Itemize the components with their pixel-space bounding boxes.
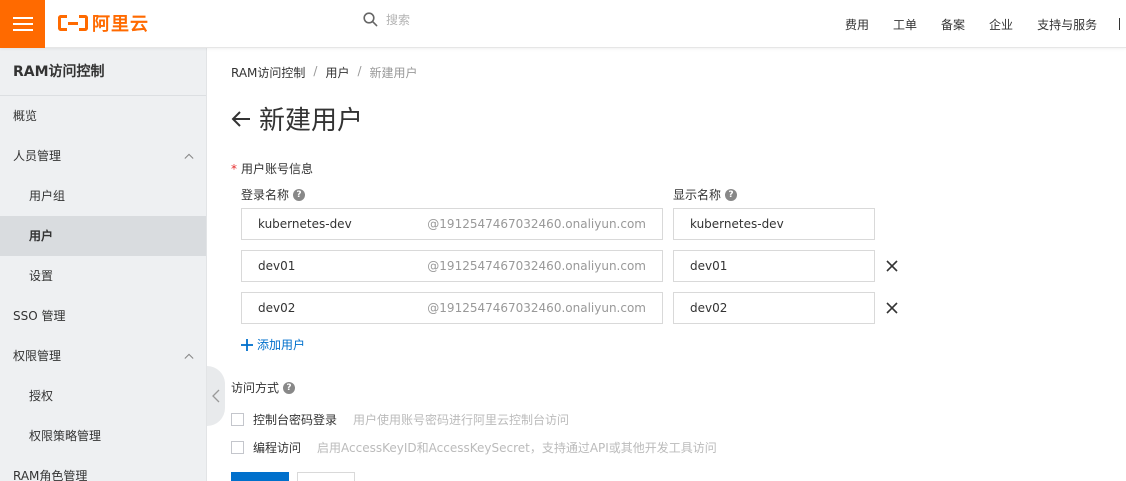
chevron-up-icon xyxy=(184,353,194,359)
breadcrumb: RAM访问控制 / 用户 / 新建用户 xyxy=(231,64,418,81)
login-name-field: @1912547467032460.onaliyun.com xyxy=(241,292,663,324)
help-icon[interactable]: ? xyxy=(283,381,296,394)
search-box[interactable] xyxy=(363,12,506,27)
menu-icon[interactable] xyxy=(0,0,45,48)
access-method-label: 访问方式 xyxy=(231,381,280,395)
topnav-icp[interactable]: 备案 xyxy=(941,16,965,33)
display-name-input[interactable] xyxy=(674,251,874,281)
programmatic-access-checkbox[interactable] xyxy=(231,441,244,454)
display-name-label: 显示名称 xyxy=(673,188,722,202)
display-name-field xyxy=(673,208,875,240)
sidebar: RAM访问控制 概览 人员管理 用户组 用户 设置 SSO 管理 权限管理 授权… xyxy=(0,48,207,481)
sidebar-item-label: 用户组 xyxy=(29,189,66,203)
login-name-input[interactable] xyxy=(242,301,442,315)
sidebar-item-label: 用户 xyxy=(29,229,54,243)
sidebar-item-users[interactable]: 用户 xyxy=(0,216,206,256)
programmatic-access-option: 编程访问 启用AccessKeyID和AccessKeySecret，支持通过A… xyxy=(231,439,717,456)
top-bar: 阿里云 费用 工单 备案 企业 支持与服务 xyxy=(0,0,1126,48)
login-name-input[interactable] xyxy=(242,259,442,273)
sidebar-item-label: 概览 xyxy=(13,109,38,123)
domain-suffix: @1912547467032460.onaliyun.com xyxy=(427,301,646,315)
sidebar-item-label: 人员管理 xyxy=(13,149,62,163)
aliyun-logo[interactable]: 阿里云 xyxy=(58,10,149,36)
chevron-up-icon xyxy=(184,153,194,159)
programmatic-access-desc: 启用AccessKeyID和AccessKeySecret，支持通过API或其他… xyxy=(317,441,717,455)
breadcrumb-current: 新建用户 xyxy=(369,66,418,80)
sidebar-item-grants[interactable]: 授权 xyxy=(0,376,206,416)
sidebar-item-label: RAM角色管理 xyxy=(13,469,88,481)
access-method-header: 访问方式 ? xyxy=(231,379,296,396)
confirm-button[interactable] xyxy=(231,472,289,481)
close-icon[interactable] xyxy=(885,259,899,273)
sidebar-title: RAM访问控制 xyxy=(0,48,206,96)
account-info-label: * 用户账号信息 xyxy=(231,160,313,177)
topnav-enterprise[interactable]: 企业 xyxy=(989,16,1013,33)
sidebar-menu: 概览 人员管理 用户组 用户 设置 SSO 管理 权限管理 授权 权限策略管理 … xyxy=(0,96,206,481)
sidebar-item-roles[interactable]: RAM角色管理 xyxy=(0,456,206,481)
topnav-tickets[interactable]: 工单 xyxy=(893,16,917,33)
programmatic-access-label[interactable]: 编程访问 xyxy=(253,439,301,456)
domain-suffix: @1912547467032460.onaliyun.com xyxy=(427,259,646,273)
sidebar-item-groups[interactable]: 用户组 xyxy=(0,176,206,216)
console-login-desc: 用户使用账号密码进行阿里云控制台访问 xyxy=(353,413,570,427)
account-info-text: 用户账号信息 xyxy=(241,162,314,176)
page-header: 新建用户 xyxy=(231,100,363,137)
back-button[interactable] xyxy=(297,472,355,481)
help-icon[interactable]: ? xyxy=(725,188,738,201)
breadcrumb-separator: / xyxy=(357,64,362,78)
sidebar-item-label: 权限策略管理 xyxy=(29,429,102,443)
topnav-divider xyxy=(1119,18,1121,30)
sidebar-item-sso[interactable]: SSO 管理 xyxy=(0,296,206,336)
login-name-label: 登录名称 xyxy=(241,188,290,202)
login-name-header: 登录名称 ? xyxy=(241,186,306,203)
sidebar-collapse-handle[interactable] xyxy=(207,366,225,426)
sidebar-item-identities[interactable]: 人员管理 xyxy=(0,136,206,176)
required-mark: * xyxy=(231,162,237,176)
plus-icon xyxy=(241,338,253,351)
sidebar-item-overview[interactable]: 概览 xyxy=(0,96,206,136)
display-name-header: 显示名称 ? xyxy=(673,186,738,203)
breadcrumb-root[interactable]: RAM访问控制 xyxy=(231,64,305,81)
sidebar-item-label: 授权 xyxy=(29,389,54,403)
console-login-label[interactable]: 控制台密码登录 xyxy=(253,411,337,428)
add-user-label: 添加用户 xyxy=(257,338,306,352)
chevron-left-icon xyxy=(212,389,220,403)
logo-text: 阿里云 xyxy=(92,14,149,35)
logo-mark-icon xyxy=(58,13,88,33)
breadcrumb-parent[interactable]: 用户 xyxy=(325,64,349,81)
page-title: 新建用户 xyxy=(259,106,364,136)
topnav-support[interactable]: 支持与服务 xyxy=(1037,16,1097,33)
breadcrumb-separator: / xyxy=(313,64,318,78)
login-name-field: @1912547467032460.onaliyun.com xyxy=(241,208,663,240)
sidebar-item-policies[interactable]: 权限策略管理 xyxy=(0,416,206,456)
search-input[interactable] xyxy=(386,12,506,27)
login-name-field: @1912547467032460.onaliyun.com xyxy=(241,250,663,282)
console-login-option: 控制台密码登录 用户使用账号密码进行阿里云控制台访问 xyxy=(231,411,569,428)
sidebar-item-label: SSO 管理 xyxy=(13,309,66,323)
display-name-field xyxy=(673,292,875,324)
main-content: RAM访问控制 / 用户 / 新建用户 新建用户 * 用户账号信息 登录名称 ? … xyxy=(231,48,1111,481)
domain-suffix: @1912547467032460.onaliyun.com xyxy=(427,217,646,231)
sidebar-item-label: 设置 xyxy=(29,269,54,283)
console-login-checkbox[interactable] xyxy=(231,413,244,426)
back-arrow-icon[interactable] xyxy=(231,110,251,128)
display-name-field xyxy=(673,250,875,282)
close-icon[interactable] xyxy=(885,301,899,315)
sidebar-item-settings[interactable]: 设置 xyxy=(0,256,206,296)
sidebar-item-label: 权限管理 xyxy=(13,349,62,363)
topnav-billing[interactable]: 费用 xyxy=(845,16,869,33)
sidebar-item-permissions[interactable]: 权限管理 xyxy=(0,336,206,376)
display-name-input[interactable] xyxy=(674,293,874,323)
login-name-input[interactable] xyxy=(242,217,442,231)
help-icon[interactable]: ? xyxy=(293,188,306,201)
top-nav: 费用 工单 备案 企业 支持与服务 xyxy=(845,0,1121,48)
add-user-button[interactable]: 添加用户 xyxy=(241,336,305,353)
search-icon xyxy=(363,12,378,27)
display-name-input[interactable] xyxy=(674,209,874,239)
